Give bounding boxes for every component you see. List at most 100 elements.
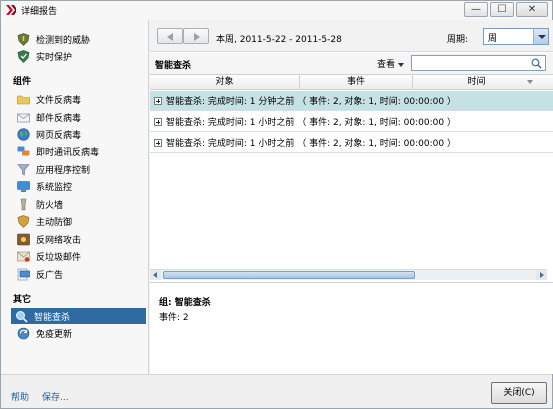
maximize-button[interactable]: ☐	[490, 2, 514, 17]
globe-icon	[17, 127, 30, 141]
column-header-object[interactable]: 对象	[150, 75, 300, 90]
sidebar-item-system-watcher[interactable]: 系统监控	[13, 178, 145, 194]
cycle-dropdown[interactable]: 周	[483, 28, 549, 45]
sidebar-item-label: 即时通讯反病毒	[36, 147, 100, 158]
sidebar: 检测到的威胁 实时保护 组件 文件反病毒 邮件反病毒 网页反病毒 即时通讯反病毒…	[1, 20, 149, 374]
table-row[interactable]: 智能查杀: 完成时间: 1 小时之前 （ 事件: 2, 对象: 1, 时间: 0…	[150, 133, 553, 153]
filter-icon	[17, 163, 30, 175]
close-window-button[interactable]: ✕	[516, 2, 548, 17]
scrollbar-thumb[interactable]	[163, 271, 415, 279]
arrow-right-icon	[194, 33, 200, 41]
kaspersky-logo-icon	[6, 5, 16, 15]
main-panel: 本周, 2011-5-22 - 2011-5-28 周期: 周 智能查杀 查看 …	[150, 20, 553, 374]
row-text: 智能查杀: 完成时间: 1 分钟之前 （ 事件: 2, 对象: 1, 时间: 0…	[166, 97, 456, 107]
components-heading: 组件	[13, 77, 32, 87]
close-button[interactable]: 关闭(C)	[491, 382, 547, 404]
sidebar-item-web-antivirus[interactable]: 网页反病毒	[13, 126, 145, 142]
sidebar-item-detected-threats[interactable]: 检测到的威胁	[13, 31, 145, 47]
sidebar-item-label: 免疫更新	[36, 329, 73, 340]
protection-shield-icon	[17, 49, 30, 63]
sidebar-item-label: 系统监控	[36, 182, 73, 193]
search-input[interactable]	[414, 57, 526, 69]
view-menu-label: 查看	[377, 60, 396, 70]
sidebar-item-label: 实时保护	[36, 52, 73, 63]
chat-icon	[17, 146, 30, 155]
sidebar-item-im-antivirus[interactable]: 即时通讯反病毒	[13, 143, 145, 159]
search-icon[interactable]	[531, 58, 542, 69]
sidebar-item-update[interactable]: 免疫更新	[13, 325, 145, 341]
detail-events-label: 事件: 2	[159, 313, 189, 323]
sidebar-item-realtime-protection[interactable]: 实时保护	[13, 48, 145, 64]
mail-icon	[17, 113, 30, 122]
save-link[interactable]: 保存...	[42, 390, 69, 403]
dropdown-button[interactable]	[533, 29, 548, 44]
row-text: 智能查杀: 完成时间: 1 小时之前 （ 事件: 2, 对象: 1, 时间: 0…	[166, 139, 456, 149]
help-link[interactable]: 帮助	[11, 390, 29, 403]
antibanner-icon	[17, 268, 30, 280]
sidebar-item-label: 应用程序控制	[36, 165, 91, 176]
sidebar-item-label: 反垃圾邮件	[36, 252, 82, 263]
details-panel: 组: 智能查杀 事件: 2	[150, 282, 553, 374]
column-header-time[interactable]: 时间	[413, 75, 540, 90]
sidebar-item-label: 邮件反病毒	[36, 113, 82, 124]
monitor-icon	[17, 180, 30, 192]
column-header-event[interactable]: 事件	[300, 75, 413, 90]
other-heading: 其它	[13, 295, 32, 305]
detail-group-label: 组: 智能查杀	[159, 298, 211, 308]
expand-icon[interactable]	[154, 138, 162, 147]
period-range-label: 本周, 2011-5-22 - 2011-5-28	[216, 35, 342, 45]
sidebar-item-application-control[interactable]: 应用程序控制	[13, 161, 145, 177]
firewall-icon	[20, 198, 27, 210]
sidebar-item-label: 反网络攻击	[36, 235, 82, 246]
threat-shield-icon	[17, 32, 30, 46]
title-bar: 详细报告 — ☐ ✕	[1, 1, 552, 19]
section-title: 智能查杀	[155, 61, 192, 71]
search-field[interactable]	[411, 55, 546, 71]
scroll-right-button[interactable]	[536, 270, 547, 280]
previous-period-button[interactable]	[157, 28, 183, 44]
sidebar-item-label: 网页反病毒	[36, 130, 82, 141]
table-row[interactable]: 智能查杀: 完成时间: 1 分钟之前 （ 事件: 2, 对象: 1, 时间: 0…	[150, 91, 553, 111]
window-title: 详细报告	[21, 7, 58, 17]
report-window: 详细报告 — ☐ ✕ 检测到的威胁 实时保护 组件 文件反病毒 邮件反病毒 网页…	[0, 0, 553, 409]
minimize-button[interactable]: —	[464, 2, 488, 17]
sidebar-item-smart-scan[interactable]: 智能查杀	[11, 308, 146, 324]
update-icon	[17, 327, 30, 339]
row-text: 智能查杀: 完成时间: 1 小时之前 （ 事件: 2, 对象: 1, 时间: 0…	[166, 118, 456, 128]
footer-bar: 帮助 保存... 关闭(C)	[1, 374, 552, 408]
period-toolbar: 本周, 2011-5-22 - 2011-5-28 周期: 周	[150, 20, 553, 52]
table-header: 对象 事件 时间	[150, 75, 553, 90]
sidebar-item-proactive-defense[interactable]: 主动防御	[13, 213, 145, 229]
folder-icon	[17, 95, 30, 104]
view-menu-button[interactable]: 查看	[377, 57, 405, 70]
section-header: 智能查杀 查看	[150, 53, 553, 74]
chevron-down-icon	[398, 62, 405, 67]
sidebar-item-anti-spam[interactable]: 反垃圾邮件	[13, 248, 145, 264]
horizontal-scrollbar[interactable]	[150, 269, 547, 280]
antispam-icon	[17, 251, 30, 262]
arrow-left-icon	[167, 33, 173, 41]
expand-icon[interactable]	[154, 117, 162, 126]
sidebar-item-file-antivirus[interactable]: 文件反病毒	[13, 91, 145, 107]
sidebar-item-label: 文件反病毒	[36, 95, 82, 106]
network-attack-icon	[17, 233, 30, 245]
next-period-button[interactable]	[183, 28, 209, 44]
cycle-selected-value: 周	[488, 34, 498, 44]
column-header-time-label: 时间	[467, 77, 486, 87]
cycle-label: 周期:	[447, 35, 469, 45]
scroll-left-button[interactable]	[150, 270, 161, 280]
table-row[interactable]: 智能查杀: 完成时间: 1 小时之前 （ 事件: 2, 对象: 1, 时间: 0…	[150, 112, 553, 132]
sidebar-item-mail-antivirus[interactable]: 邮件反病毒	[13, 109, 145, 125]
expand-icon[interactable]	[154, 96, 162, 105]
sidebar-item-anti-banner[interactable]: 反广告	[13, 266, 145, 282]
chevron-down-icon	[538, 35, 546, 39]
sidebar-item-label: 检测到的威胁	[36, 35, 91, 46]
sort-down-icon	[527, 80, 533, 84]
proactive-defense-icon	[17, 214, 30, 228]
sidebar-item-label: 反广告	[36, 270, 64, 281]
sidebar-item-anti-network-attack[interactable]: 反网络攻击	[13, 231, 145, 247]
sidebar-item-label: 智能查杀	[34, 312, 71, 323]
arrow-right-icon	[540, 272, 544, 278]
sidebar-item-label: 主动防御	[36, 217, 73, 228]
sidebar-item-firewall[interactable]: 防火墙	[13, 196, 145, 212]
